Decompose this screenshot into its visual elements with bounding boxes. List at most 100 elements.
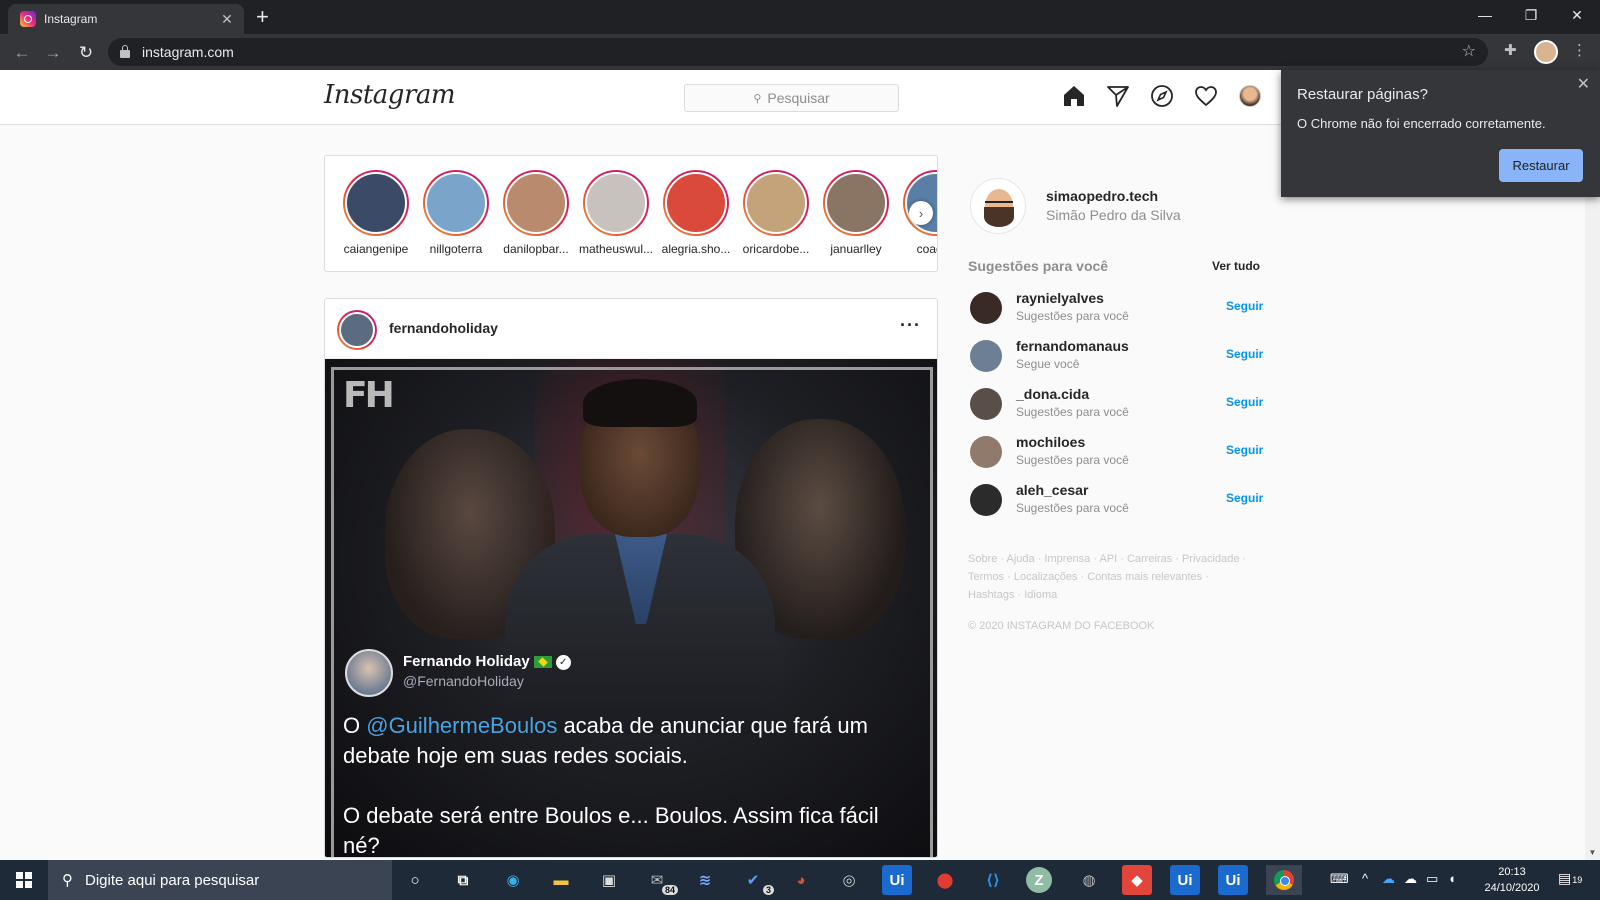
url-text: instagram.com bbox=[142, 44, 234, 60]
store-icon[interactable]: ▣ bbox=[594, 865, 624, 895]
activity-heart-icon[interactable] bbox=[1193, 83, 1219, 109]
taskbar-search-input[interactable]: ⚲ Digite aqui para pesquisar bbox=[48, 860, 392, 900]
task-view-icon[interactable]: ⧉ bbox=[448, 865, 478, 895]
back-button[interactable]: ← bbox=[9, 40, 35, 66]
edge-icon[interactable]: ◉ bbox=[498, 865, 528, 895]
cortana-icon[interactable]: ○ bbox=[400, 865, 430, 895]
notification-center-icon[interactable]: ▤19 bbox=[1558, 870, 1582, 887]
post-username[interactable]: fernandoholiday bbox=[389, 320, 498, 336]
volume-icon[interactable]: ◖ bbox=[1448, 871, 1456, 886]
zoom-z-icon[interactable]: Z bbox=[1026, 867, 1052, 893]
minimize-button[interactable]: — bbox=[1462, 0, 1508, 30]
suggestion-avatar[interactable] bbox=[970, 292, 1002, 324]
suggestion-username[interactable]: raynielyalves bbox=[1016, 290, 1104, 306]
todo-badge: 3 bbox=[762, 885, 774, 895]
instagram-favicon-icon bbox=[20, 11, 36, 27]
story-username: matheuswul... bbox=[578, 242, 654, 256]
suggestion-avatar[interactable] bbox=[970, 388, 1002, 420]
suggestion-avatar[interactable] bbox=[970, 340, 1002, 372]
obs-icon[interactable]: ◎ bbox=[834, 865, 864, 895]
suggestion-avatar[interactable] bbox=[970, 436, 1002, 468]
chrome-menu-icon[interactable]: ⋮ bbox=[1572, 41, 1587, 59]
story-item[interactable]: caiangenipe bbox=[336, 170, 416, 256]
new-tab-button[interactable]: + bbox=[256, 5, 269, 29]
follow-button[interactable]: Seguir bbox=[1226, 395, 1263, 409]
story-avatar bbox=[665, 172, 727, 234]
network-icon[interactable]: ▭ bbox=[1426, 871, 1438, 887]
azure-icon[interactable]: ≋ bbox=[690, 865, 720, 895]
search-input[interactable]: ⚲ Pesquisar bbox=[684, 84, 899, 112]
story-username: caiangenipe bbox=[343, 242, 409, 256]
story-item[interactable]: januarlley bbox=[816, 170, 896, 256]
tab-close-icon[interactable]: ✕ bbox=[218, 11, 236, 28]
follow-button[interactable]: Seguir bbox=[1226, 299, 1263, 313]
home-icon[interactable] bbox=[1061, 83, 1087, 109]
suggestion-username[interactable]: aleh_cesar bbox=[1016, 482, 1088, 498]
my-username[interactable]: simaopedro.tech bbox=[1046, 188, 1158, 204]
scroll-down-arrow-icon[interactable]: ▼ bbox=[1585, 845, 1600, 860]
suggestion-reason: Sugestões para você bbox=[1016, 309, 1129, 323]
suggestion-username[interactable]: fernandomanaus bbox=[1016, 338, 1129, 354]
stories-next-chevron-icon[interactable]: › bbox=[909, 201, 933, 225]
vscode-icon[interactable]: ⟨⟩ bbox=[978, 865, 1008, 895]
more-options-icon[interactable]: ··· bbox=[900, 315, 921, 336]
suggestion-reason: Segue você bbox=[1016, 357, 1080, 371]
follow-button[interactable]: Seguir bbox=[1226, 347, 1263, 361]
my-profile-avatar[interactable] bbox=[970, 178, 1026, 234]
close-icon[interactable]: ✕ bbox=[1577, 74, 1590, 94]
profile-avatar[interactable] bbox=[1237, 83, 1263, 109]
post-avatar[interactable] bbox=[337, 310, 377, 350]
restore-button[interactable]: Restaurar bbox=[1499, 149, 1583, 182]
restore-window-button[interactable]: ❐ bbox=[1508, 0, 1554, 30]
follow-button[interactable]: Seguir bbox=[1226, 491, 1263, 505]
story-item[interactable]: oricardobe... bbox=[736, 170, 816, 256]
story-item[interactable]: danilopbar... bbox=[496, 170, 576, 256]
reload-button[interactable]: ↻ bbox=[73, 40, 99, 66]
forward-button[interactable]: → bbox=[40, 40, 66, 66]
uipath-studio-icon[interactable]: Ui bbox=[1170, 865, 1200, 895]
footer-links[interactable]: Sobre · Ajuda · Imprensa · API · Carreir… bbox=[968, 550, 1258, 604]
suggestion-avatar[interactable] bbox=[970, 484, 1002, 516]
story-item[interactable]: matheuswul... bbox=[576, 170, 656, 256]
todo-icon[interactable]: ✔ 3 bbox=[738, 865, 774, 895]
start-button[interactable] bbox=[0, 860, 48, 900]
anydesk-icon[interactable]: ◆ bbox=[1122, 865, 1152, 895]
suggestion-username[interactable]: mochiloes bbox=[1016, 434, 1085, 450]
suggestion-row: mochiloes Sugestões para você Seguir bbox=[970, 432, 1263, 472]
story-username: januarlley bbox=[830, 242, 882, 256]
browser-toolbar: ← → ↻ instagram.com ☆ ✚ ⋮ bbox=[0, 34, 1600, 70]
page-scrollbar[interactable] bbox=[1585, 125, 1600, 860]
cloud-icon[interactable]: ☁ bbox=[1404, 871, 1417, 887]
direct-messages-icon[interactable] bbox=[1105, 83, 1131, 109]
keyboard-icon[interactable]: ⌨ bbox=[1330, 871, 1349, 887]
tweet-text: O @GuilhermeBoulos acaba de anunciar que… bbox=[343, 713, 868, 768]
story-username: nillgoterra bbox=[429, 242, 483, 256]
mail-icon[interactable]: ✉ 84 bbox=[642, 865, 678, 895]
story-avatar bbox=[585, 172, 647, 234]
bookmark-star-icon[interactable]: ☆ bbox=[1462, 41, 1476, 61]
instagram-logo[interactable]: Instagram bbox=[324, 80, 456, 110]
camera-icon[interactable]: ◍ bbox=[1074, 865, 1104, 895]
uipath-robot-icon[interactable]: Ui bbox=[1218, 865, 1248, 895]
close-window-button[interactable]: ✕ bbox=[1554, 0, 1600, 30]
chrome-taskbar-icon[interactable] bbox=[1266, 865, 1302, 895]
post-image[interactable]: FH Fernando Holiday ✓ @FernandoHoliday O … bbox=[325, 359, 937, 857]
show-hidden-icons-icon[interactable]: ^ bbox=[1362, 871, 1368, 886]
see-all-link[interactable]: Ver tudo bbox=[1212, 259, 1260, 273]
address-bar[interactable]: instagram.com ☆ bbox=[108, 38, 1488, 66]
taskbar-clock[interactable]: 20:13 24/10/2020 bbox=[1480, 864, 1544, 896]
follow-button[interactable]: Seguir bbox=[1226, 443, 1263, 457]
explore-icon[interactable] bbox=[1149, 83, 1175, 109]
chrome-profile-avatar[interactable] bbox=[1534, 40, 1558, 64]
onedrive-icon[interactable]: ☁ bbox=[1382, 871, 1395, 887]
tab-instagram[interactable]: Instagram ✕ bbox=[8, 4, 244, 34]
file-explorer-icon[interactable]: ▬ bbox=[546, 865, 576, 895]
extensions-icon[interactable]: ✚ bbox=[1504, 41, 1517, 59]
uipath-icon[interactable]: Ui bbox=[882, 865, 912, 895]
fh-logo: FH bbox=[343, 375, 395, 416]
suggestion-username[interactable]: _dona.cida bbox=[1016, 386, 1089, 402]
chrome-canary-icon[interactable]: ◕ bbox=[786, 865, 816, 895]
recorder-icon[interactable]: ⬤ bbox=[930, 865, 960, 895]
story-item[interactable]: alegria.sho... bbox=[656, 170, 736, 256]
story-item[interactable]: nillgoterra bbox=[416, 170, 496, 256]
